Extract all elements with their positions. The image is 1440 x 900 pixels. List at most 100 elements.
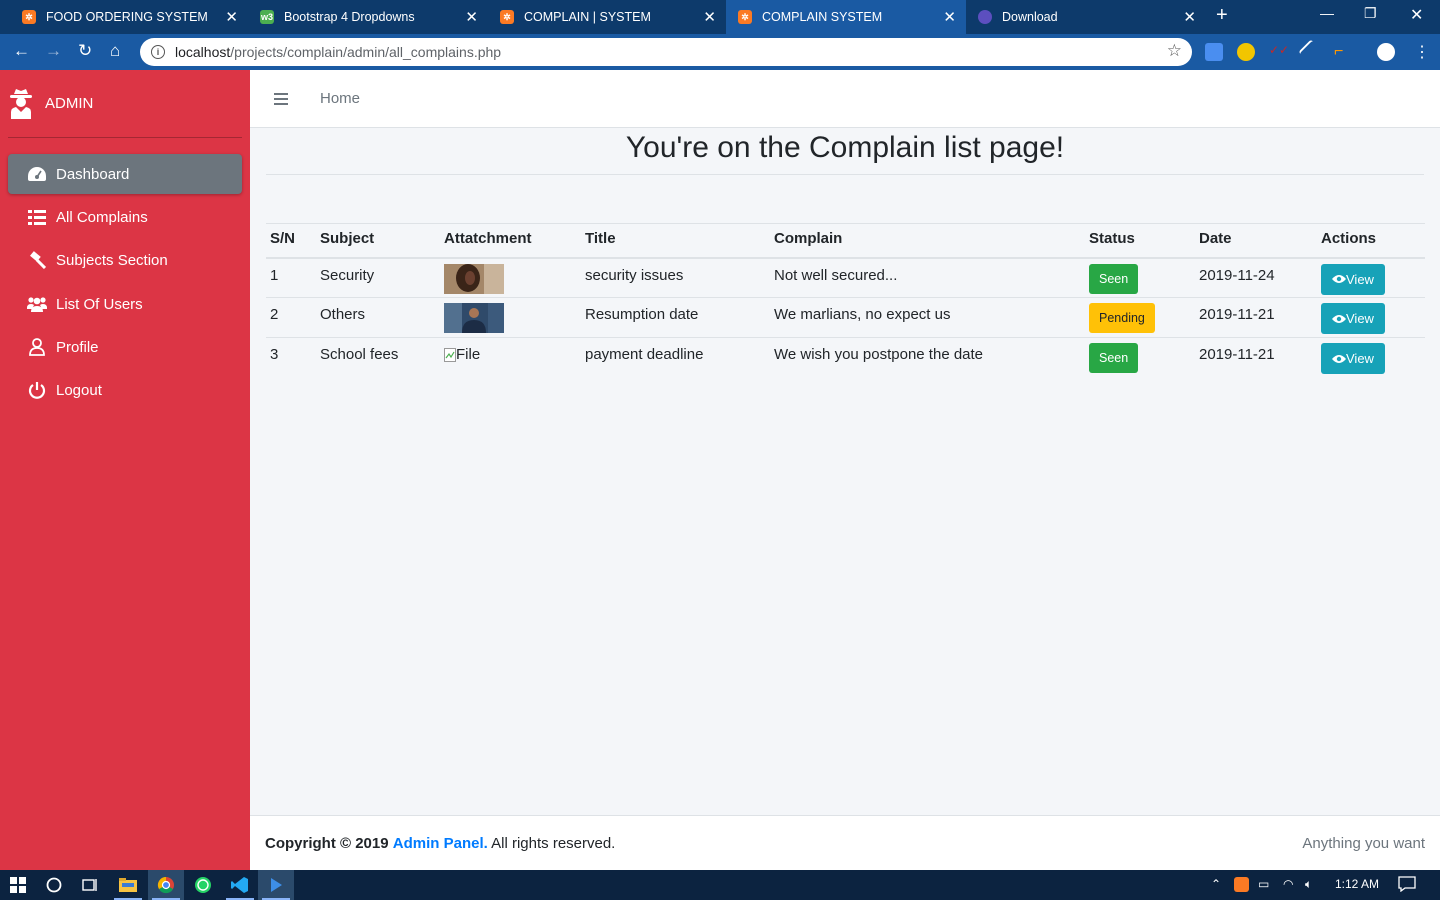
whatsapp-icon[interactable] [185, 870, 221, 900]
search-icon[interactable] [36, 870, 72, 900]
clock-time[interactable]: 1:12 AM [1335, 877, 1379, 891]
sn-cell: 3 [266, 337, 316, 378]
star-icon[interactable]: ☆ [1167, 41, 1182, 61]
broken-image-alt: File [456, 346, 481, 363]
pen-extension-icon[interactable] [1298, 39, 1324, 65]
browser-tab[interactable]: ✲ FOOD ORDERING SYSTEM ✕ [0, 0, 248, 34]
file-explorer-icon[interactable] [110, 870, 146, 900]
attachment-thumbnail[interactable] [444, 263, 504, 294]
action-center-icon[interactable] [1398, 876, 1416, 895]
view-button[interactable]: View [1321, 263, 1385, 295]
minimize-icon[interactable]: — [1320, 5, 1334, 21]
sidebar-item-profile[interactable]: Profile [8, 327, 242, 367]
column-header: Complain [770, 223, 1085, 259]
footer-brand-link[interactable]: Admin Panel. [393, 835, 488, 852]
vscode-icon[interactable] [222, 870, 258, 900]
date-cell: 2019-11-21 [1195, 337, 1317, 378]
chevron-up-icon[interactable]: ⌃ [1211, 877, 1221, 891]
wifi-icon[interactable]: ◠ [1283, 877, 1293, 891]
sidebar-item-label: Dashboard [56, 165, 130, 183]
status-badge: Pending [1089, 303, 1155, 333]
extension-icon[interactable] [1237, 43, 1255, 61]
reload-icon[interactable]: ↻ [78, 41, 92, 61]
sidebar: ADMIN Dashboard All Complains Subjects S… [0, 70, 250, 870]
info-icon[interactable]: i [151, 45, 165, 59]
column-header: S/N [266, 223, 316, 259]
status-cell: Seen [1085, 337, 1195, 378]
footer: Copyright © 2019 Admin Panel. All rights… [250, 815, 1440, 870]
view-button[interactable]: View [1321, 343, 1385, 374]
table-row: 1 Security security issues Not well secu… [266, 257, 1425, 298]
view-label: View [1346, 351, 1374, 366]
title-cell: security issues [581, 257, 770, 298]
profile-icon[interactable] [1377, 43, 1395, 61]
windows-start-icon[interactable] [0, 870, 36, 900]
gavel-icon [27, 251, 47, 269]
browser-tab-active[interactable]: ✲ COMPLAIN SYSTEM ✕ [726, 0, 966, 34]
broken-image[interactable]: File [444, 346, 577, 363]
tab-title: Download [1002, 10, 1058, 24]
browser-tab-strip: ✲ FOOD ORDERING SYSTEM ✕ w3 Bootstrap 4 … [0, 0, 1440, 34]
table-row: 2 Others Resumption date We marlians, no… [266, 297, 1425, 338]
status-badge: Seen [1089, 343, 1139, 373]
media-player-icon[interactable] [258, 870, 294, 900]
view-label: View [1346, 271, 1374, 287]
tab-title: Bootstrap 4 Dropdowns [284, 10, 415, 24]
translate-extension-icon[interactable] [1205, 43, 1223, 61]
rights-text: All rights reserved. [491, 835, 616, 852]
address-bar[interactable]: i localhost/projects/complain/admin/all_… [140, 38, 1192, 66]
subject-cell: School fees [316, 337, 440, 378]
tab-title: COMPLAIN SYSTEM [762, 10, 883, 24]
extension-icon[interactable]: ⌐ [1334, 43, 1352, 61]
home-icon[interactable]: ⌂ [110, 41, 120, 61]
sidebar-item-all-complains[interactable]: All Complains [8, 197, 242, 237]
sidebar-item-logout[interactable]: Logout [8, 370, 242, 410]
brand[interactable]: ADMIN [8, 70, 242, 138]
browser-tab[interactable]: ✲ COMPLAIN | SYSTEM ✕ [488, 0, 726, 34]
complain-cell: We wish you postpone the date [770, 337, 1085, 378]
date-cell: 2019-11-21 [1195, 297, 1317, 338]
view-button[interactable]: View [1321, 303, 1385, 334]
volume-icon[interactable]: 🔈︎ [1305, 877, 1312, 892]
attachment-cell [440, 297, 581, 338]
list-icon [27, 209, 47, 225]
browser-tab[interactable]: w3 Bootstrap 4 Dropdowns ✕ [248, 0, 488, 34]
sidebar-item-label: List Of Users [56, 295, 143, 313]
power-icon [27, 381, 47, 399]
xampp-tray-icon[interactable] [1234, 877, 1249, 892]
table-row: 3 School fees File payment deadline We w… [266, 337, 1425, 378]
close-window-icon[interactable]: ✕ [1410, 5, 1423, 25]
close-icon[interactable]: ✕ [1183, 8, 1196, 26]
xampp-icon: ✲ [500, 10, 514, 24]
attachment-thumbnail[interactable] [444, 303, 504, 333]
restore-icon[interactable]: ❐ [1364, 5, 1377, 22]
browser-tab[interactable]: Download ✕ [966, 0, 1206, 34]
sidebar-item-dashboard[interactable]: Dashboard [8, 154, 242, 194]
menu-icon[interactable]: ⋮ [1414, 42, 1430, 62]
extension-icon[interactable]: ✓✓ [1269, 43, 1289, 61]
taskbar: ⌃ ▭ ◠ 🔈︎ 1:12 AM [0, 870, 1440, 900]
battery-icon[interactable]: ▭ [1258, 877, 1269, 891]
new-tab-icon[interactable]: + [1216, 4, 1228, 27]
hamburger-menu-icon[interactable] [274, 93, 288, 108]
forward-icon[interactable]: → [45, 41, 62, 61]
column-header: Date [1195, 223, 1317, 259]
close-icon[interactable]: ✕ [703, 8, 716, 26]
xampp-icon: ✲ [738, 10, 752, 24]
title-cell: Resumption date [581, 297, 770, 338]
sidebar-item-subjects[interactable]: Subjects Section [8, 240, 242, 280]
column-header: Status [1085, 223, 1195, 259]
globe-icon [978, 10, 992, 24]
back-icon[interactable]: ← [13, 41, 30, 61]
chrome-icon[interactable] [148, 870, 184, 900]
task-view-icon[interactable] [72, 870, 108, 900]
footer-copyright: Copyright © 2019 Admin Panel. All rights… [265, 835, 615, 852]
close-icon[interactable]: ✕ [465, 8, 478, 26]
complain-cell: Not well secured... [770, 257, 1085, 298]
close-icon[interactable]: ✕ [943, 8, 956, 26]
sidebar-item-users[interactable]: List Of Users [8, 284, 242, 324]
home-link[interactable]: Home [320, 90, 360, 107]
close-icon[interactable]: ✕ [225, 8, 238, 26]
status-badge: Seen [1089, 263, 1139, 294]
table-header-row: S/N Subject Attatchment Title Complain S… [266, 223, 1425, 259]
